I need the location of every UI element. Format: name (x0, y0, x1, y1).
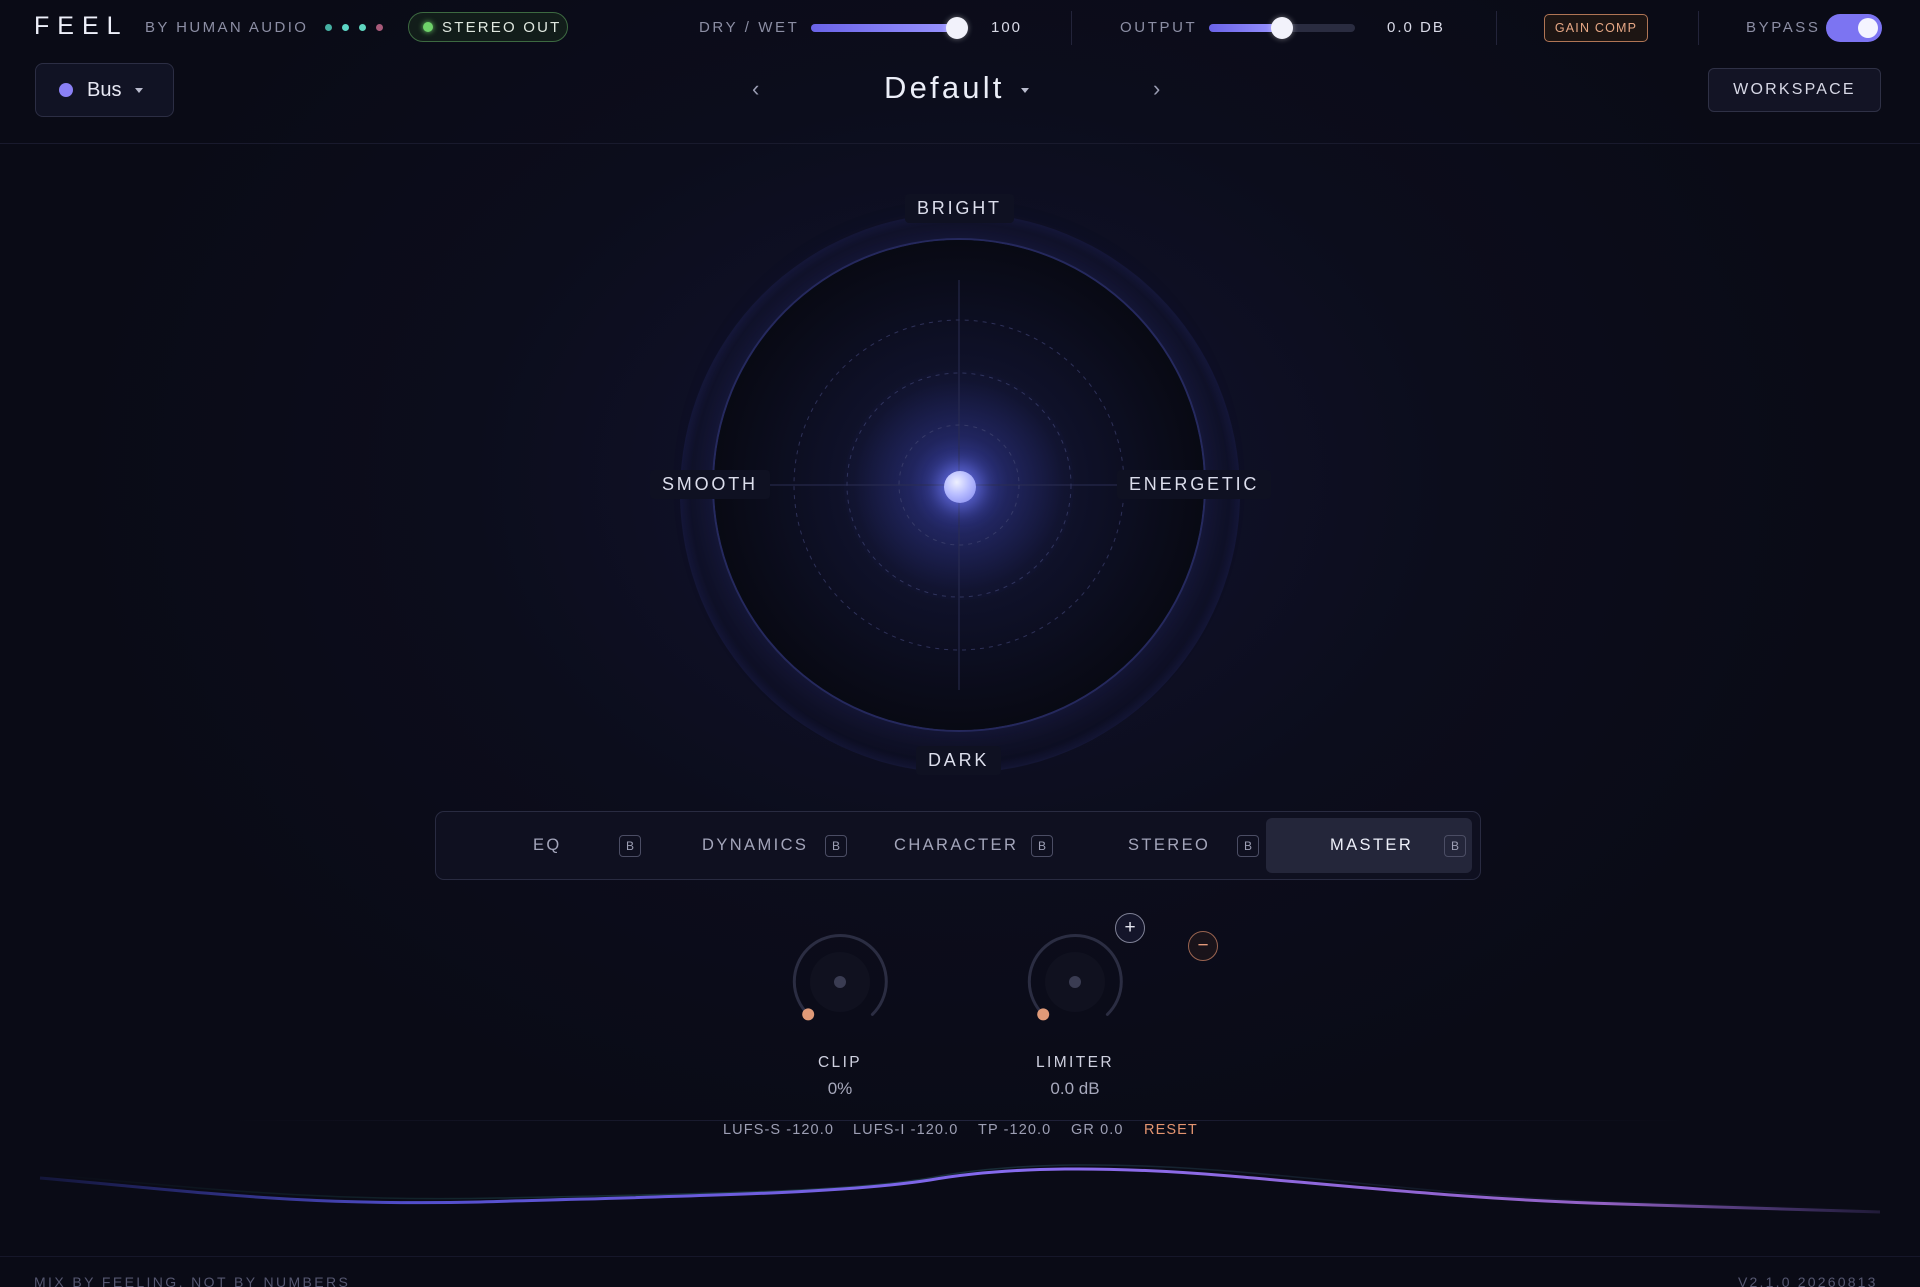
meter-divider (230, 1120, 1690, 1121)
status-dot (342, 24, 349, 31)
dry-wet-fill (811, 24, 957, 32)
bus-label: Bus (87, 78, 122, 101)
prev-preset-button[interactable]: ‹ (752, 76, 759, 102)
status-dot (325, 24, 332, 31)
tab-master[interactable]: MASTER B (1266, 818, 1472, 873)
divider (1698, 11, 1699, 45)
bypass-label: BYPASS (1746, 19, 1821, 36)
pad-label-energetic: ENERGETIC (1117, 470, 1272, 499)
add-module-button[interactable]: + (1115, 913, 1145, 943)
tab-label: EQ (533, 836, 562, 854)
dry-wet-slider[interactable] (811, 17, 968, 39)
stereo-out-button[interactable]: STEREO OUT (408, 12, 568, 42)
bypass-toggle-knob (1858, 18, 1878, 38)
limiter-value: 0.0 dB (1050, 1079, 1100, 1098)
reset-meters-button[interactable]: RESET (1144, 1122, 1198, 1138)
module-tabs: EQ B DYNAMICS B CHARACTER B STEREO B MAS… (435, 811, 1481, 880)
tab-eq[interactable]: EQ B (442, 818, 642, 873)
tab-label: MASTER (1330, 836, 1414, 854)
dry-wet-label: DRY / WET (699, 19, 800, 36)
limiter-knob[interactable] (1015, 922, 1135, 1042)
tab-dynamics[interactable]: DYNAMICS B (648, 818, 848, 873)
plugin-window: FEEL BY HUMAN AUDIO STEREO OUT DRY / WET… (0, 0, 1920, 1287)
tab-bypass-badge[interactable]: B (1237, 834, 1259, 857)
dry-wet-value: 100 (991, 19, 1023, 36)
output-label: OUTPUT (1120, 19, 1198, 36)
lufs-short-meter: LUFS-S -120.0 (723, 1122, 835, 1138)
tab-bypass-badge[interactable]: B (825, 834, 847, 857)
next-preset-button[interactable]: › (1153, 76, 1160, 102)
bus-color-icon (59, 83, 73, 97)
pad-label-smooth: SMOOTH (650, 470, 770, 499)
limiter-label: LIMITER (1036, 1054, 1114, 1071)
output-value: 0.0 DB (1387, 19, 1445, 36)
clip-label: CLIP (817, 1054, 863, 1071)
lufs-integrated-meter: LUFS-I -120.0 (853, 1122, 959, 1138)
chevron-down-icon (135, 87, 144, 93)
stereo-out-label: STEREO OUT (442, 18, 562, 36)
spectrum-waveform (39, 1164, 1881, 1214)
status-dots (325, 24, 383, 31)
brand-logo: FEEL (34, 12, 129, 40)
footer-divider (0, 1256, 1920, 1257)
bus-selector[interactable]: Bus (35, 63, 174, 117)
pad-label-bright: BRIGHT (905, 194, 1014, 223)
tab-bypass-badge[interactable]: B (1031, 834, 1053, 857)
tab-bypass-badge[interactable]: B (619, 834, 641, 857)
waveform-primary-line (39, 1167, 1881, 1214)
pad-label-dark: DARK (916, 746, 1002, 775)
tab-stereo[interactable]: STEREO B (1060, 818, 1260, 873)
tab-label: DYNAMICS (702, 836, 809, 854)
header-divider (0, 143, 1920, 144)
dry-wet-thumb[interactable] (946, 17, 968, 39)
status-dot (376, 24, 383, 31)
bypass-toggle[interactable] (1826, 14, 1882, 42)
preset-chevron-down-icon[interactable] (1021, 88, 1029, 93)
gain-reduction-meter: GR 0.0 (1071, 1122, 1124, 1138)
version-label: V2.1.0 20260813 (1738, 1274, 1878, 1287)
clip-value: 0% (827, 1079, 853, 1098)
pad-cursor-handle[interactable] (944, 471, 976, 503)
clip-knob[interactable] (780, 922, 900, 1042)
remove-module-button[interactable]: − (1188, 931, 1218, 961)
clip-knob-indicator-icon (802, 1008, 815, 1021)
footer-tagline: MIX BY FEELING, NOT BY NUMBERS (34, 1274, 351, 1287)
brand-subtitle: BY HUMAN AUDIO (145, 19, 309, 36)
tab-bypass-badge[interactable]: B (1444, 834, 1466, 857)
output-slider[interactable] (1209, 17, 1355, 39)
stereo-led-icon (423, 22, 433, 32)
workspace-button[interactable]: WORKSPACE (1708, 68, 1881, 112)
tab-character[interactable]: CHARACTER B (854, 818, 1054, 873)
status-dot (359, 24, 366, 31)
tab-label: STEREO (1128, 836, 1211, 854)
divider (1071, 11, 1072, 45)
true-peak-meter: TP -120.0 (978, 1122, 1052, 1138)
output-thumb[interactable] (1271, 17, 1293, 39)
limiter-knob-indicator-icon (1037, 1008, 1050, 1021)
preset-name[interactable]: Default (884, 70, 1005, 106)
gain-comp-button[interactable]: GAIN COMP (1544, 14, 1648, 42)
tab-label: CHARACTER (894, 836, 1019, 854)
divider (1496, 11, 1497, 45)
